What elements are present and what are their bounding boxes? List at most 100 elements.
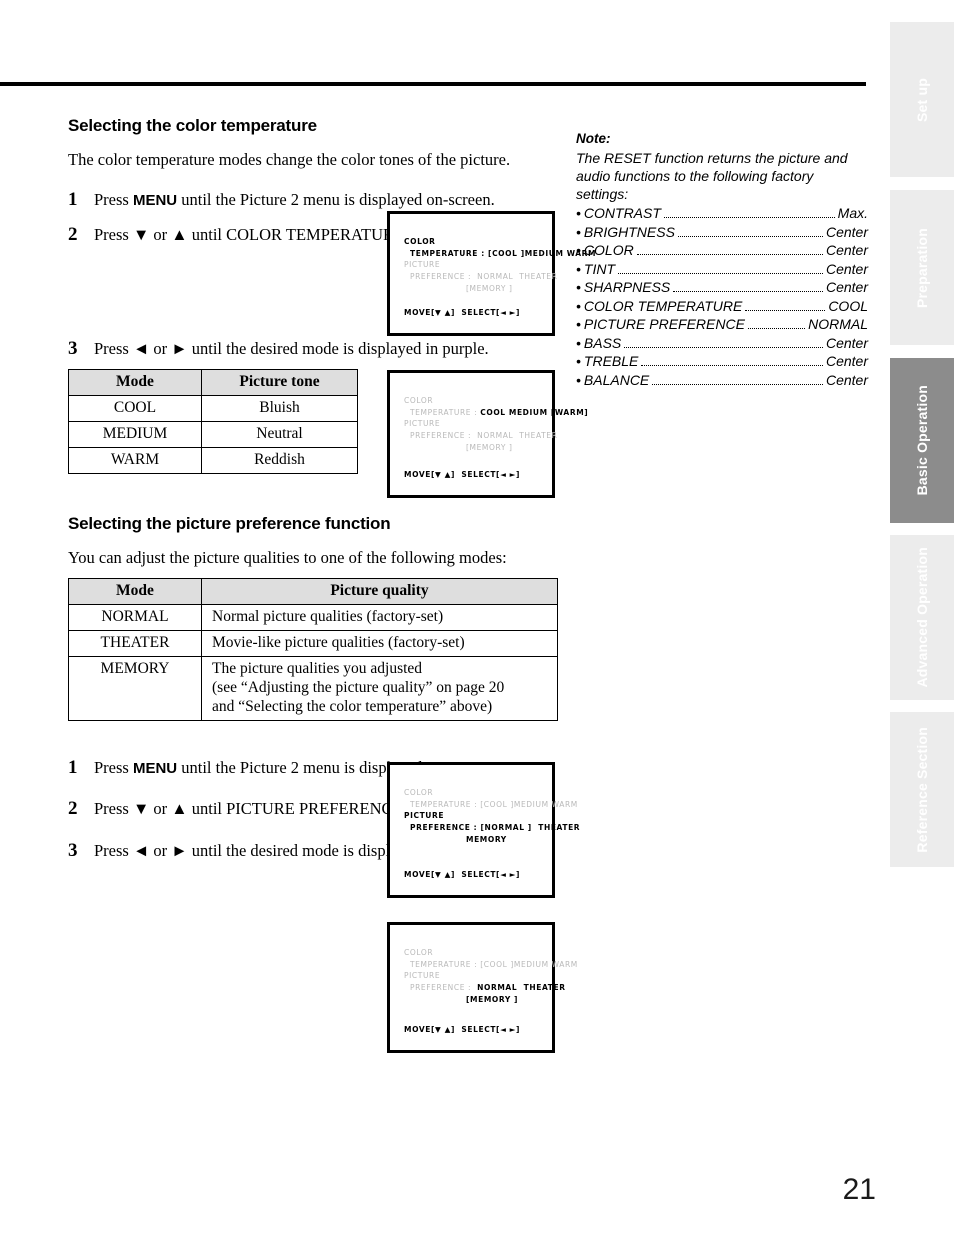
osd-line-temperature: TEMPERATURE : [COOL ]MEDIUM WARM	[410, 959, 578, 969]
cell-tone: Reddish	[201, 446, 358, 474]
leader-dots	[663, 217, 835, 219]
step-number: 3	[68, 839, 78, 861]
sidebar-tab-label: Set up	[914, 77, 930, 122]
leader-dots	[618, 272, 823, 274]
step-item: 3 Press ◄ or ► until the desired mode is…	[68, 338, 560, 359]
osd-line-memory: [MEMORY ]	[466, 442, 513, 452]
note-item-label: BALANCE	[583, 371, 650, 388]
step-number: 2	[68, 224, 78, 246]
step-text: Press ◄ or ► until the desired mode is d…	[94, 338, 489, 358]
bullet-icon: •	[576, 371, 581, 388]
osd-picture-preference-normal: COLOR TEMPERATURE : [COOL ]MEDIUM WARM P…	[387, 762, 581, 898]
list-item: • BALANCE Center	[576, 371, 868, 389]
list-item: • PICTURE PREFERENCE NORMAL	[576, 315, 868, 333]
cell-tone: Neutral	[201, 420, 358, 448]
note-item-label: CONTRAST	[583, 205, 661, 222]
bullet-icon: •	[576, 297, 581, 314]
table-row: NORMAL Normal picture qualities (factory…	[68, 604, 558, 632]
note-item-label: PICTURE PREFERENCE	[583, 316, 745, 333]
note-item-value: Center	[825, 353, 868, 370]
leader-dots	[673, 291, 823, 293]
list-item: • BRIGHTNESS Center	[576, 223, 868, 241]
osd-line-preference: PREFERENCE : NORMAL THEATER	[410, 271, 558, 281]
bullet-icon: •	[576, 334, 581, 351]
osd-footer-hints: MOVE[▼ ▲] SELECT[◄ ►]	[404, 870, 521, 880]
note-item-label: TREBLE	[583, 353, 639, 370]
table-picture-tone: Mode Picture tone COOL Bluish MEDIUM Neu…	[68, 369, 358, 474]
sidebar-tab-label: Preparation	[914, 227, 930, 308]
note-heading: Note:	[576, 131, 611, 146]
osd-line-memory: [MEMORY ]	[466, 994, 519, 1004]
osd-line-temperature-label: TEMPERATURE :	[410, 407, 481, 417]
list-item: • TREBLE Center	[576, 352, 868, 370]
step-text-pre: Press	[94, 757, 133, 777]
header-rule	[0, 82, 866, 86]
osd-line-preference-value: NORMAL THEATER	[477, 982, 566, 992]
note-item-value: COOL	[828, 297, 868, 314]
sidebar-tab-label: Basic Operation	[914, 385, 930, 496]
step-item: 1 Press MENU until the Picture 2 menu is…	[68, 189, 560, 211]
cell-mode: NORMAL	[68, 604, 202, 632]
leader-dots	[636, 254, 823, 256]
osd-line-color: COLOR	[404, 237, 436, 246]
column-header-picture-tone: Picture tone	[201, 369, 358, 396]
cell-mode: COOL	[68, 394, 202, 422]
osd-line-preference: PREFERENCE : NORMAL THEATER	[410, 430, 558, 440]
section-lead-picture-preference: You can adjust the picture qualities to …	[68, 547, 507, 567]
bullet-icon: •	[576, 223, 581, 240]
osd-line-preference: PREFERENCE : NORMAL THEATER	[404, 982, 565, 994]
list-item: • SHARPNESS Center	[576, 278, 868, 296]
table-header-row: Mode Picture quality	[68, 578, 558, 606]
cell-quality: Movie-like picture qualities (factory-se…	[201, 630, 558, 657]
note-item-value: NORMAL	[808, 316, 868, 333]
table-row: MEDIUM Neutral	[68, 420, 358, 448]
column-header-picture-quality: Picture quality	[201, 578, 558, 606]
osd-line-temperature-value: COOL MEDIUM [WARM]	[480, 407, 589, 417]
osd-line-temperature: TEMPERATURE : COOL MEDIUM [WARM]	[404, 407, 588, 419]
sidebar-tab-set-up[interactable]: Set up	[890, 22, 954, 177]
osd-line-picture: PICTURE	[404, 811, 445, 821]
note-item-label: BRIGHTNESS	[583, 223, 675, 240]
list-item: • CONTRAST Max.	[576, 204, 868, 222]
sidebar-tab-preparation[interactable]: Preparation	[890, 190, 954, 345]
osd-footer-hints: MOVE[▼ ▲] SELECT[◄ ►]	[404, 470, 521, 480]
sidebar-tab-advanced-operation[interactable]: Advanced Operation	[890, 535, 954, 700]
bullet-icon: •	[576, 260, 581, 277]
note-body-text: The RESET function returns the picture a…	[576, 149, 848, 203]
step-number: 3	[68, 337, 78, 359]
osd-color-temperature-cool: COLOR TEMPERATURE : [COOL ]MEDIUM WARM P…	[387, 211, 595, 336]
osd-footer-hints: MOVE[▼ ▲] SELECT[◄ ►]	[404, 1025, 521, 1035]
note-settings-list: • CONTRAST Max. • BRIGHTNESS Center • COLOR Ce…	[576, 204, 868, 389]
note-item-value: Center	[825, 223, 868, 240]
bullet-icon: •	[576, 242, 581, 259]
table-row: COOL Bluish	[68, 394, 358, 422]
step-key-menu: MENU	[132, 191, 178, 209]
note-item-value: Center	[825, 260, 868, 277]
note-item-label: BASS	[583, 334, 622, 351]
bullet-icon: •	[576, 316, 581, 333]
list-item: • COLOR TEMPERATURE COOL	[576, 297, 868, 315]
note-item-label: TINT	[583, 260, 616, 277]
sidebar-tab-label: Reference Section	[914, 726, 930, 853]
section-title-picture-preference: Selecting the picture preference functio…	[68, 513, 391, 533]
step-text-post: until the Picture 2 menu is displayed on…	[177, 189, 495, 209]
osd-line-preference: PREFERENCE : [NORMAL ] THEATER	[410, 822, 581, 832]
leader-dots	[745, 309, 826, 311]
cell-mode: WARM	[68, 446, 202, 474]
osd-line-picture: PICTURE	[404, 971, 441, 981]
leader-dots	[624, 346, 823, 348]
osd-line-memory: [MEMORY ]	[466, 283, 513, 293]
osd-line-picture: PICTURE	[404, 260, 441, 270]
cell-tone: Bluish	[201, 394, 358, 422]
section-tab-sidebar: Set up Preparation Basic Operation Advan…	[890, 22, 954, 867]
leader-dots	[677, 235, 823, 237]
osd-line-color: COLOR	[404, 948, 434, 957]
column-header-mode: Mode	[68, 369, 202, 396]
osd-line-preference-label: PREFERENCE :	[410, 982, 478, 992]
sidebar-tab-basic-operation[interactable]: Basic Operation	[890, 358, 954, 523]
table-header-row: Mode Picture tone	[68, 369, 358, 396]
bullet-icon: •	[576, 279, 581, 296]
section-title-color-temperature: Selecting the color temperature	[68, 116, 317, 135]
sidebar-tab-reference-section[interactable]: Reference Section	[890, 712, 954, 867]
note-item-value: Center	[825, 371, 868, 388]
